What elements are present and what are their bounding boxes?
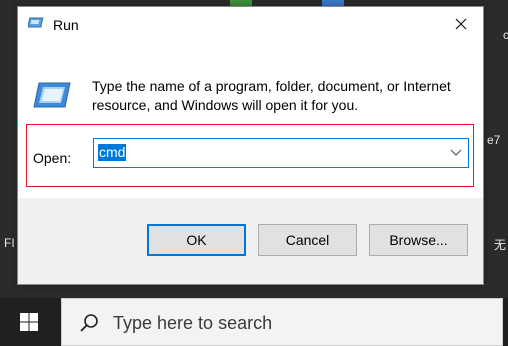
start-button[interactable] [0, 298, 58, 346]
taskbar: Type here to search [0, 298, 508, 346]
close-icon [455, 18, 467, 30]
chevron-down-icon[interactable] [450, 147, 462, 157]
run-dialog: Run Type the name of a program, folder, … [17, 6, 484, 285]
open-input-value[interactable]: cmd [98, 144, 127, 161]
open-label: Open: [33, 150, 72, 166]
dialog-description: Type the name of a program, folder, docu… [92, 78, 451, 113]
close-button[interactable] [439, 7, 483, 41]
ok-button[interactable]: OK [147, 224, 246, 256]
desktop-label-fragment: 无 [494, 238, 507, 252]
open-field-row: Open: cmd [26, 124, 474, 187]
search-placeholder: Type here to search [113, 313, 273, 333]
run-program-icon [33, 82, 71, 108]
taskbar-search-box[interactable]: Type here to search [61, 298, 503, 346]
run-icon [28, 17, 44, 28]
desktop-label-fragment: c [503, 28, 508, 42]
desktop-label-fragment: e7 [487, 133, 501, 147]
open-combobox[interactable]: cmd [93, 138, 469, 168]
button-bar: OK Cancel Browse... [18, 198, 483, 284]
desktop-label-fragment: FI [4, 236, 15, 250]
cancel-button[interactable]: Cancel [258, 224, 357, 256]
search-icon [80, 314, 98, 332]
windows-logo-icon [20, 313, 38, 331]
title-bar[interactable]: Run [18, 7, 483, 41]
dialog-title: Run [53, 17, 79, 33]
browse-button[interactable]: Browse... [369, 224, 468, 256]
